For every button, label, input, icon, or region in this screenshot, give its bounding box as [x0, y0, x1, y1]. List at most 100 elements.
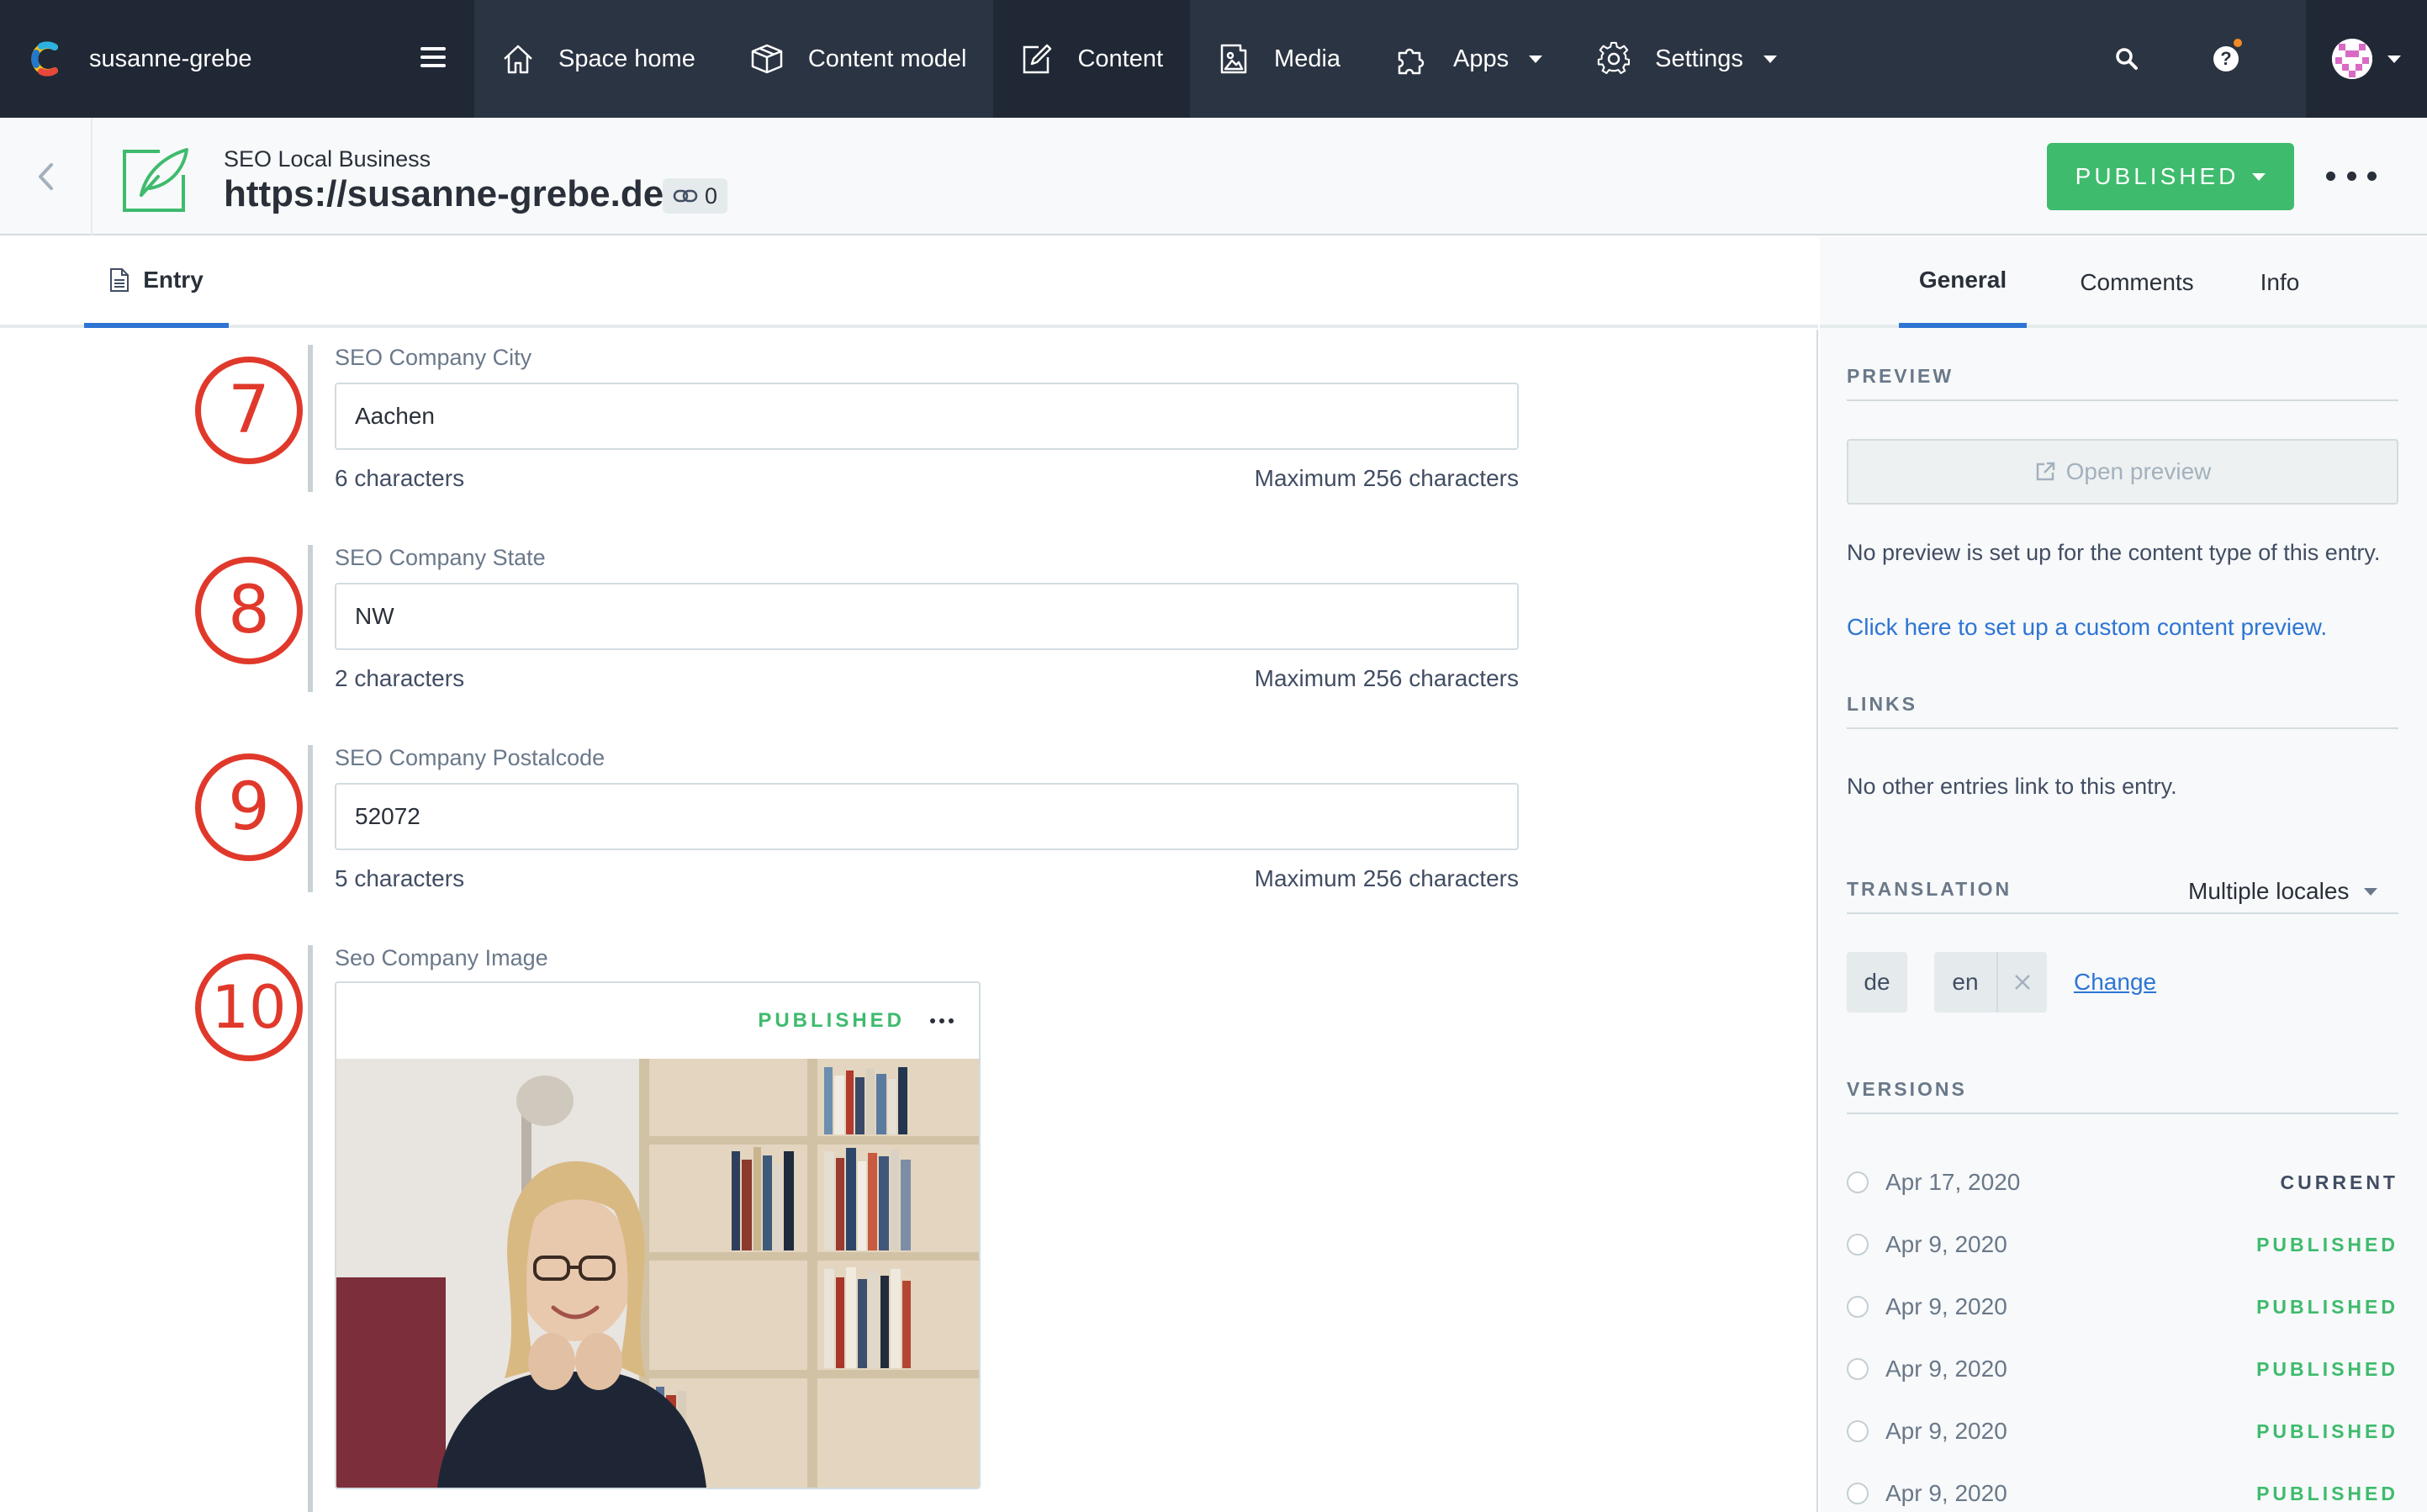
- version-radio[interactable]: [1847, 1358, 1869, 1380]
- asset-thumbnail: [336, 1059, 979, 1488]
- search-icon: [2116, 48, 2138, 70]
- version-radio[interactable]: [1847, 1234, 1869, 1256]
- version-status: PUBLISHED: [2256, 1357, 2398, 1380]
- step-number-annotation: 8: [195, 557, 303, 664]
- version-row[interactable]: Apr 9, 2020 PUBLISHED: [1847, 1228, 2398, 1261]
- field-seo-company-postalcode: SEO Company Postalcode 52072 5 character…: [308, 745, 1519, 892]
- avatar: [2332, 39, 2372, 79]
- help-icon: ?: [2213, 46, 2239, 71]
- version-date: Apr 17, 2020: [1885, 1169, 2021, 1195]
- menu-icon[interactable]: [420, 47, 446, 67]
- character-limit: Maximum 256 characters: [1254, 465, 1519, 491]
- state-input[interactable]: NW: [335, 583, 1519, 650]
- postalcode-input[interactable]: 52072: [335, 783, 1519, 850]
- nav-label: Space home: [558, 45, 695, 72]
- nav-settings[interactable]: Settings: [1569, 0, 1804, 118]
- content-type-name: SEO Local Business: [224, 146, 431, 172]
- field-label: SEO Company City: [335, 345, 532, 370]
- step-number-annotation: 9: [195, 753, 303, 861]
- version-date: Apr 9, 2020: [1885, 1356, 2007, 1382]
- nav-apps[interactable]: Apps: [1367, 0, 1569, 118]
- nav-media[interactable]: Media: [1190, 0, 1367, 118]
- search-button[interactable]: [2077, 0, 2176, 118]
- entry-header: SEO Local Business https://susanne-grebe…: [0, 118, 2427, 235]
- chevron-down-icon: [2252, 172, 2266, 181]
- section-title-links: LINKS: [1847, 693, 2398, 729]
- change-locales-link[interactable]: Change: [2074, 969, 2156, 996]
- step-number-annotation: 7: [195, 357, 303, 464]
- version-radio[interactable]: [1847, 1296, 1869, 1318]
- nav-content-model[interactable]: Content model: [722, 0, 994, 118]
- puzzle-icon: [1398, 48, 1425, 75]
- sidebar-tab-bar: General Comments Info: [1820, 237, 2427, 328]
- content-type-icon: [123, 148, 188, 212]
- version-status: PUBLISHED: [2256, 1482, 2398, 1504]
- space-switcher[interactable]: susanne-grebe: [0, 0, 474, 118]
- section-title-preview: PREVIEW: [1847, 365, 2398, 401]
- field-seo-company-image: Seo Company Image PUBLISHED: [308, 945, 1519, 1512]
- account-menu[interactable]: [2306, 0, 2427, 118]
- incoming-links-badge[interactable]: 0: [663, 178, 728, 214]
- entry-editor: 7 SEO Company City Aachen 6 characters M…: [0, 330, 1818, 1512]
- tab-info[interactable]: Info: [2250, 237, 2309, 328]
- chevron-down-icon: [2364, 887, 2378, 896]
- character-limit: Maximum 256 characters: [1254, 665, 1519, 691]
- status-button[interactable]: PUBLISHED: [2047, 143, 2294, 210]
- nav-content[interactable]: Content: [993, 0, 1191, 118]
- help-button[interactable]: ?: [2176, 0, 2276, 118]
- tab-general[interactable]: General: [1899, 237, 2027, 328]
- locale-mode-select[interactable]: Multiple locales: [2188, 878, 2378, 905]
- version-row[interactable]: Apr 17, 2020 CURRENT: [1847, 1166, 2398, 1199]
- locale-pill-en: en: [1934, 952, 2047, 1012]
- nav-label: Content: [1077, 45, 1164, 72]
- nav-label: Media: [1274, 45, 1341, 72]
- asset-more-icon[interactable]: [930, 1018, 954, 1023]
- gear-icon: [1597, 41, 1631, 75]
- locale-pill-de: de: [1847, 952, 1907, 1012]
- tab-label: Entry: [143, 267, 204, 293]
- chevron-left-icon: [39, 163, 53, 190]
- field-seo-company-state: SEO Company State NW 2 characters Maximu…: [308, 545, 1519, 692]
- content-icon: [1023, 44, 1052, 74]
- tab-entry[interactable]: Entry: [84, 237, 229, 328]
- document-icon: [110, 268, 130, 292]
- locale-code: de: [1864, 969, 1890, 995]
- field-seo-company-city: SEO Company City Aachen 6 characters Max…: [308, 345, 1519, 492]
- version-radio[interactable]: [1847, 1420, 1869, 1442]
- editor-tab-bar: Entry: [0, 237, 1818, 328]
- entry-title: https://susanne-grebe.de: [224, 173, 664, 214]
- version-radio[interactable]: [1847, 1171, 1869, 1193]
- nav-label: Apps: [1453, 45, 1510, 72]
- nav-label: Settings: [1655, 45, 1743, 72]
- close-icon[interactable]: [1996, 952, 2047, 1012]
- step-number-annotation: 10: [195, 954, 303, 1061]
- nav-label: Content model: [807, 45, 967, 72]
- open-preview-button[interactable]: Open preview: [1847, 439, 2398, 505]
- version-row[interactable]: Apr 9, 2020 PUBLISHED: [1847, 1352, 2398, 1386]
- version-date: Apr 9, 2020: [1885, 1231, 2007, 1257]
- chevron-down-icon: [2387, 55, 2401, 63]
- city-input[interactable]: Aachen: [335, 383, 1519, 450]
- version-date: Apr 9, 2020: [1885, 1293, 2007, 1319]
- setup-preview-link[interactable]: Click here to set up a custom content pr…: [1847, 614, 2327, 641]
- version-radio[interactable]: [1847, 1483, 1869, 1504]
- content-model-icon: [751, 44, 783, 74]
- chevron-down-icon: [1529, 55, 1543, 63]
- version-row[interactable]: Apr 9, 2020 PUBLISHED: [1847, 1414, 2398, 1448]
- version-row[interactable]: Apr 9, 2020 PUBLISHED: [1847, 1477, 2398, 1510]
- back-button[interactable]: [0, 118, 93, 235]
- preview-info-text: No preview is set up for the content typ…: [1847, 540, 2381, 565]
- character-count: 5 characters: [335, 865, 465, 891]
- section-title-versions: VERSIONS: [1847, 1078, 2398, 1114]
- notification-dot: [2232, 37, 2244, 49]
- field-label: SEO Company Postalcode: [335, 745, 605, 770]
- tab-comments[interactable]: Comments: [2074, 237, 2200, 328]
- home-icon: [504, 45, 532, 74]
- space-name: susanne-grebe: [89, 45, 252, 72]
- top-navigation: susanne-grebe Space home Content model C…: [0, 0, 2427, 118]
- asset-card[interactable]: PUBLISHED: [335, 981, 981, 1489]
- version-row[interactable]: Apr 9, 2020 PUBLISHED: [1847, 1290, 2398, 1324]
- nav-space-home[interactable]: Space home: [474, 0, 722, 118]
- more-options-button[interactable]: [2326, 155, 2377, 197]
- version-date: Apr 9, 2020: [1885, 1418, 2007, 1444]
